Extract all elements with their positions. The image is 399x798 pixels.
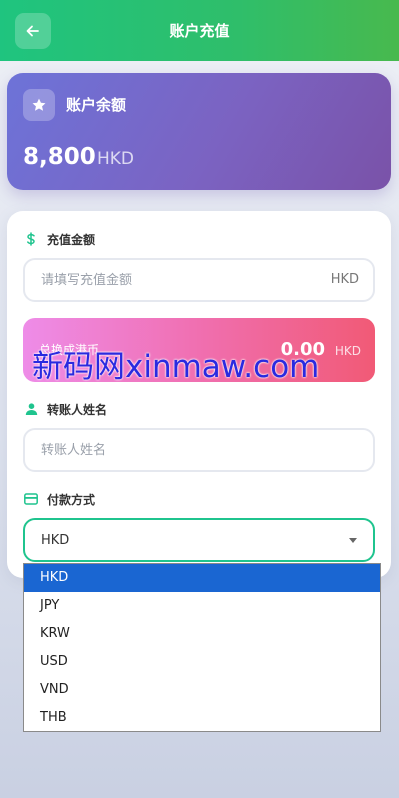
payer-label: 转账人姓名: [47, 402, 108, 417]
payment-method-dropdown: HKD JPY KRW USD VND THB: [23, 563, 381, 732]
dropdown-option[interactable]: KRW: [24, 620, 380, 648]
header-bar: 账户充值: [0, 0, 399, 61]
dollar-icon: [23, 231, 39, 247]
conversion-currency: HKD: [334, 344, 361, 358]
payment-label: 付款方式: [47, 492, 96, 507]
payer-name-field[interactable]: [23, 428, 375, 472]
recharge-form: 充值金额 HKD 总换成港币 0.00 HKD 转账人姓名 付款方式 H: [7, 211, 391, 578]
dropdown-option[interactable]: THB: [24, 704, 380, 732]
chevron-down-icon: [349, 538, 357, 543]
balance-label: 账户余额: [66, 96, 127, 114]
person-icon: [23, 401, 39, 417]
amount-section-label: 充值金额: [23, 229, 95, 249]
payment-method-select[interactable]: HKD: [23, 518, 375, 562]
star-icon: [32, 98, 46, 111]
watermark-text: 新码网xinmaw.com: [32, 349, 320, 385]
dropdown-option[interactable]: JPY: [24, 592, 380, 620]
dropdown-option[interactable]: VND: [24, 676, 380, 704]
amount-input[interactable]: [25, 260, 373, 300]
credit-card-icon: [23, 491, 39, 507]
amount-field[interactable]: HKD: [23, 258, 375, 302]
star-badge: [23, 89, 55, 121]
amount-currency-suffix: HKD: [330, 272, 359, 287]
page-title: 账户充值: [169, 22, 230, 40]
balance-card: 账户余额 8,800 HKD: [7, 73, 391, 190]
balance-currency: HKD: [97, 149, 135, 169]
payment-section-label: 付款方式: [23, 489, 95, 509]
dropdown-option[interactable]: USD: [24, 648, 380, 676]
payer-name-input[interactable]: [25, 430, 373, 470]
amount-label: 充值金额: [47, 232, 96, 247]
payer-section-label: 转账人姓名: [23, 399, 107, 419]
payment-method-value: HKD: [41, 533, 70, 548]
dropdown-option[interactable]: HKD: [24, 564, 380, 592]
balance-amount: 8,800: [23, 144, 96, 170]
